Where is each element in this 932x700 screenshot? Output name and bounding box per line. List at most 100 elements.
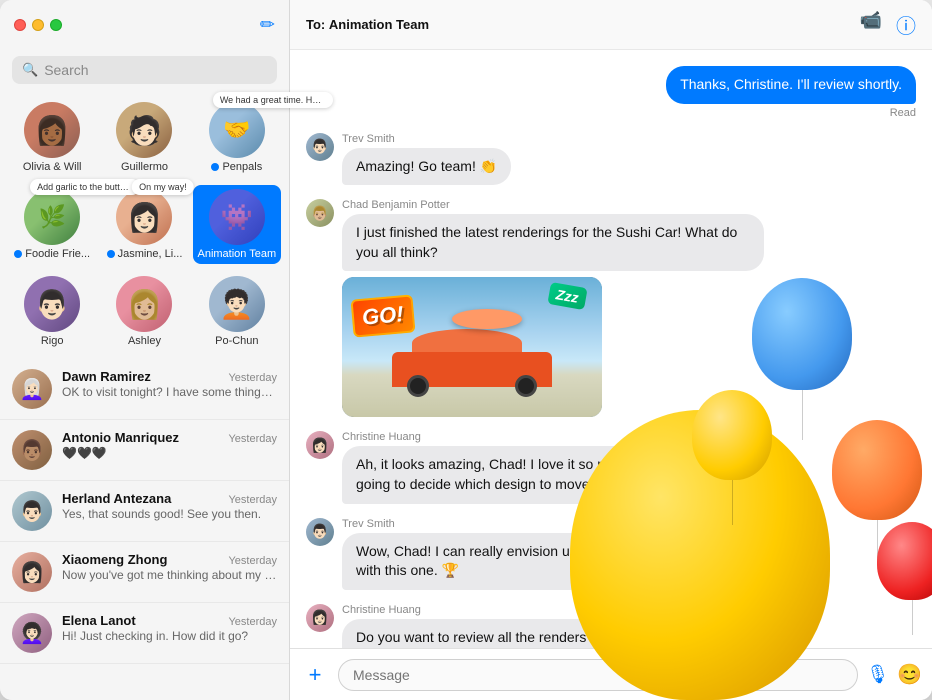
pinned-row-3: 👨🏻 Rigo 👩🏼 Ashley 🧑🏻‍🦱 Po-Chun xyxy=(0,272,289,359)
avatar-trev-1: 👨🏻 xyxy=(306,133,334,161)
maximize-button[interactable] xyxy=(50,19,62,31)
add-button[interactable]: + xyxy=(300,660,330,690)
sender-name-5: Christine Huang xyxy=(342,604,764,616)
pinned-item-olivia-will[interactable]: 👩🏾 Olivia & Will xyxy=(8,98,96,177)
sidebar: ✏ 🔍 Search 👩🏾 Olivia & Will 🧑🏻 Guillermo… xyxy=(0,0,290,700)
message-input[interactable] xyxy=(338,659,858,691)
pinned-row-1: 👩🏾 Olivia & Will 🧑🏻 Guillermo We had a g… xyxy=(0,94,289,185)
pinned-name-animation-team: Animation Team xyxy=(197,248,276,260)
avatar-olivia-will: 👩🏾 xyxy=(24,102,80,158)
conv-content-dawn: Dawn Ramirez Yesterday OK to visit tonig… xyxy=(62,369,277,399)
conv-time-xiaomeng: Yesterday xyxy=(228,555,277,567)
conv-name-herland: Herland Antezana xyxy=(62,491,171,506)
pinned-name-olivia-will: Olivia & Will xyxy=(23,161,82,173)
conv-preview-antonio: 🖤🖤🖤 xyxy=(62,446,277,460)
avatar-elena: 👩🏻‍🦱 xyxy=(12,613,52,653)
msg-body-1: Trev Smith Amazing! Go team! 👏 xyxy=(342,133,764,186)
avatar-antonio: 👨🏽 xyxy=(12,430,52,470)
avatar-foodie: 🌿 xyxy=(24,189,80,245)
avatar-xiaomeng: 👩🏻 xyxy=(12,552,52,592)
audio-button[interactable]: 🎙 xyxy=(866,664,889,685)
msg-incoming-3: 👩🏻 Christine Huang Ah, it looks amazing,… xyxy=(306,431,764,503)
conv-preview-dawn: OK to visit tonight? I have some things … xyxy=(62,385,277,399)
conv-time-dawn: Yesterday xyxy=(228,372,277,384)
chat-to: To: Animation Team xyxy=(306,17,429,32)
msg-body-4: Trev Smith Wow, Chad! I can really envis… xyxy=(342,518,764,590)
search-icon: 🔍 xyxy=(22,62,38,78)
pinned-item-rigo[interactable]: 👨🏻 Rigo xyxy=(8,272,96,351)
bubble-in-2: I just finished the latest renderings fo… xyxy=(342,214,764,271)
main-chat: To: Animation Team 📹 ⓘ Thanks, Christine… xyxy=(290,0,932,700)
jasmine-bubble-preview: On my way! xyxy=(132,179,194,195)
pinned-name-pochun: Po-Chun xyxy=(215,335,258,347)
sender-name-2: Chad Benjamin Potter xyxy=(342,199,764,211)
msg-body-3: Christine Huang Ah, it looks amazing, Ch… xyxy=(342,431,764,503)
chat-recipient: Animation Team xyxy=(329,17,429,32)
conv-item-antonio[interactable]: 👨🏽 Antonio Manriquez Yesterday 🖤🖤🖤 xyxy=(0,420,289,481)
msg-status-0: Read xyxy=(890,107,916,119)
pinned-item-ashley[interactable]: 👩🏼 Ashley xyxy=(100,272,188,351)
pinned-item-jasmine[interactable]: On my way! 👩🏻 Jasmine, Li... xyxy=(100,185,188,264)
sushi-car xyxy=(392,332,552,387)
conv-content-antonio: Antonio Manriquez Yesterday 🖤🖤🖤 xyxy=(62,430,277,460)
minimize-button[interactable] xyxy=(32,19,44,31)
title-bar: ✏ xyxy=(0,0,289,50)
search-bar[interactable]: 🔍 Search xyxy=(12,56,277,84)
conv-preview-elena: Hi! Just checking in. How did it go? xyxy=(62,629,277,643)
pinned-item-animation-team[interactable]: 👾 Animation Team xyxy=(193,185,281,264)
avatar-christine-3: 👩🏻 xyxy=(306,431,334,459)
info-icon[interactable]: ⓘ xyxy=(896,10,916,39)
bubble-in-5: Do you want to review all the renders to… xyxy=(342,619,764,648)
conv-preview-herland: Yes, that sounds good! See you then. xyxy=(62,507,277,521)
input-bar: + 🎙 😊 xyxy=(290,648,932,700)
messages-area: Thanks, Christine. I'll review shortly. … xyxy=(290,50,932,648)
app-window: ✏ 🔍 Search 👩🏾 Olivia & Will 🧑🏻 Guillermo… xyxy=(0,0,932,700)
avatar-rigo: 👨🏻 xyxy=(24,276,80,332)
pinned-name-ashley: Ashley xyxy=(128,335,161,347)
conv-preview-xiaomeng: Now you've got me thinking about my next… xyxy=(62,568,277,582)
bubble-in-1: Amazing! Go team! 👏 xyxy=(342,148,511,186)
search-placeholder: Search xyxy=(44,62,88,78)
chat-header: To: Animation Team 📹 ⓘ xyxy=(290,0,932,50)
pinned-name-rigo: Rigo xyxy=(41,335,64,347)
msg-incoming-2: 👨🏼 Chad Benjamin Potter I just finished … xyxy=(306,199,764,417)
msg-incoming-1: 👨🏻 Trev Smith Amazing! Go team! 👏 xyxy=(306,133,764,186)
msg-incoming-4: 👨🏻 Trev Smith Wow, Chad! I can really en… xyxy=(306,518,764,590)
pinned-name-guillermo: Guillermo xyxy=(121,161,168,173)
avatar-animation-team: 👾 xyxy=(209,189,265,245)
avatar-guillermo: 🧑🏻 xyxy=(116,102,172,158)
close-button[interactable] xyxy=(14,19,26,31)
conv-item-dawn[interactable]: 👩🏻‍🦳 Dawn Ramirez Yesterday OK to visit … xyxy=(0,359,289,420)
msg-outgoing-0: Thanks, Christine. I'll review shortly. … xyxy=(666,66,916,119)
pinned-name-penpals: Penpals xyxy=(211,161,262,173)
conversation-list: 👩🏻‍🦳 Dawn Ramirez Yesterday OK to visit … xyxy=(0,359,289,700)
penpals-bubble-preview: We had a great time. Home with... xyxy=(213,92,333,108)
bubble-outgoing-0: Thanks, Christine. I'll review shortly. xyxy=(666,66,916,104)
conv-item-elena[interactable]: 👩🏻‍🦱 Elena Lanot Yesterday Hi! Just chec… xyxy=(0,603,289,664)
pinned-row-2: Add garlic to the butter, and then... 🌿 … xyxy=(0,185,289,272)
pinned-item-guillermo[interactable]: 🧑🏻 Guillermo xyxy=(100,98,188,177)
pinned-item-foodie[interactable]: Add garlic to the butter, and then... 🌿 … xyxy=(8,185,96,264)
avatar-dawn: 👩🏻‍🦳 xyxy=(12,369,52,409)
foodie-bubble-preview: Add garlic to the butter, and then... xyxy=(30,179,140,195)
video-call-icon[interactable]: 📹 xyxy=(860,10,882,39)
sender-name-1: Trev Smith xyxy=(342,133,764,145)
chat-to-label: To: xyxy=(306,17,325,32)
msg-incoming-5: 👩🏻 Christine Huang Do you want to review… xyxy=(306,604,764,648)
avatar-herland: 👨🏻 xyxy=(12,491,52,531)
conv-item-herland[interactable]: 👨🏻 Herland Antezana Yesterday Yes, that … xyxy=(0,481,289,542)
emoji-button[interactable]: 😊 xyxy=(897,662,922,687)
compose-button[interactable]: ✏ xyxy=(260,15,275,36)
avatar-trev-4: 👨🏻 xyxy=(306,518,334,546)
sender-name-4: Trev Smith xyxy=(342,518,764,530)
pinned-item-penpals[interactable]: We had a great time. Home with... 🤝 Penp… xyxy=(193,98,281,177)
conv-time-antonio: Yesterday xyxy=(228,433,277,445)
conv-time-elena: Yesterday xyxy=(228,616,277,628)
chat-header-actions: 📹 ⓘ xyxy=(860,10,916,39)
avatar-ashley: 👩🏼 xyxy=(116,276,172,332)
conv-content-elena: Elena Lanot Yesterday Hi! Just checking … xyxy=(62,613,277,643)
conv-item-xiaomeng[interactable]: 👩🏻 Xiaomeng Zhong Yesterday Now you've g… xyxy=(0,542,289,603)
pinned-item-pochun[interactable]: 🧑🏻‍🦱 Po-Chun xyxy=(193,272,281,351)
avatar-pochun: 🧑🏻‍🦱 xyxy=(209,276,265,332)
sender-name-3: Christine Huang xyxy=(342,431,764,443)
